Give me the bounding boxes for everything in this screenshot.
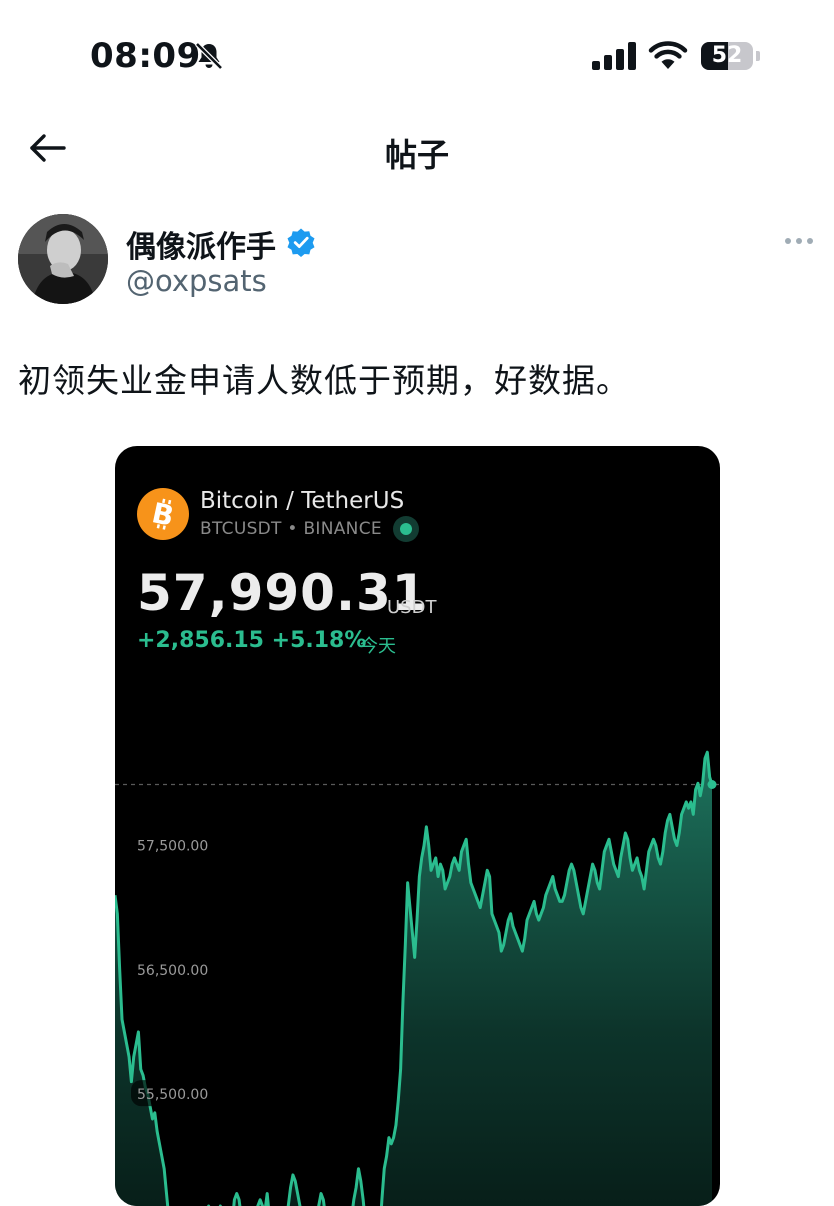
- status-time: 08:09: [90, 36, 201, 76]
- battery-tip: [756, 51, 760, 61]
- post-text: 初领失业金申请人数低于预期，好数据。: [18, 361, 630, 400]
- author-name[interactable]: 偶像派作手: [126, 222, 276, 266]
- avatar-photo: [18, 214, 108, 304]
- nav-bar: 帖子: [0, 110, 834, 186]
- battery-percentage: 52: [711, 43, 743, 68]
- y-axis-tick-label: 56,500.00: [137, 963, 208, 979]
- battery-indicator: 52: [701, 42, 760, 70]
- battery-body: 52: [701, 42, 753, 70]
- post-author: 偶像派作手 @oxpsats: [0, 210, 834, 310]
- bell-slash-icon: [195, 42, 223, 70]
- price-chart: 57,500.00 56,500.00 55,500.00: [115, 750, 720, 1206]
- status-bar: 08:09 52: [0, 0, 834, 110]
- post-media-card[interactable]: B Bitcoin / TetherUS BTCUSDT • BINANCE 5…: [115, 446, 720, 1206]
- y-axis-tick-label: 55,500.00: [137, 1087, 208, 1103]
- verified-badge-icon: [287, 228, 315, 257]
- avatar[interactable]: [18, 214, 108, 304]
- author-handle[interactable]: @oxpsats: [126, 264, 267, 298]
- wifi-icon: [648, 41, 688, 69]
- page-title: 帖子: [384, 136, 449, 174]
- y-axis-tick-label: 57,500.00: [137, 838, 208, 854]
- more-options-icon[interactable]: [784, 236, 814, 246]
- cellular-signal-icon: [592, 42, 636, 70]
- last-price-dot: [707, 780, 717, 790]
